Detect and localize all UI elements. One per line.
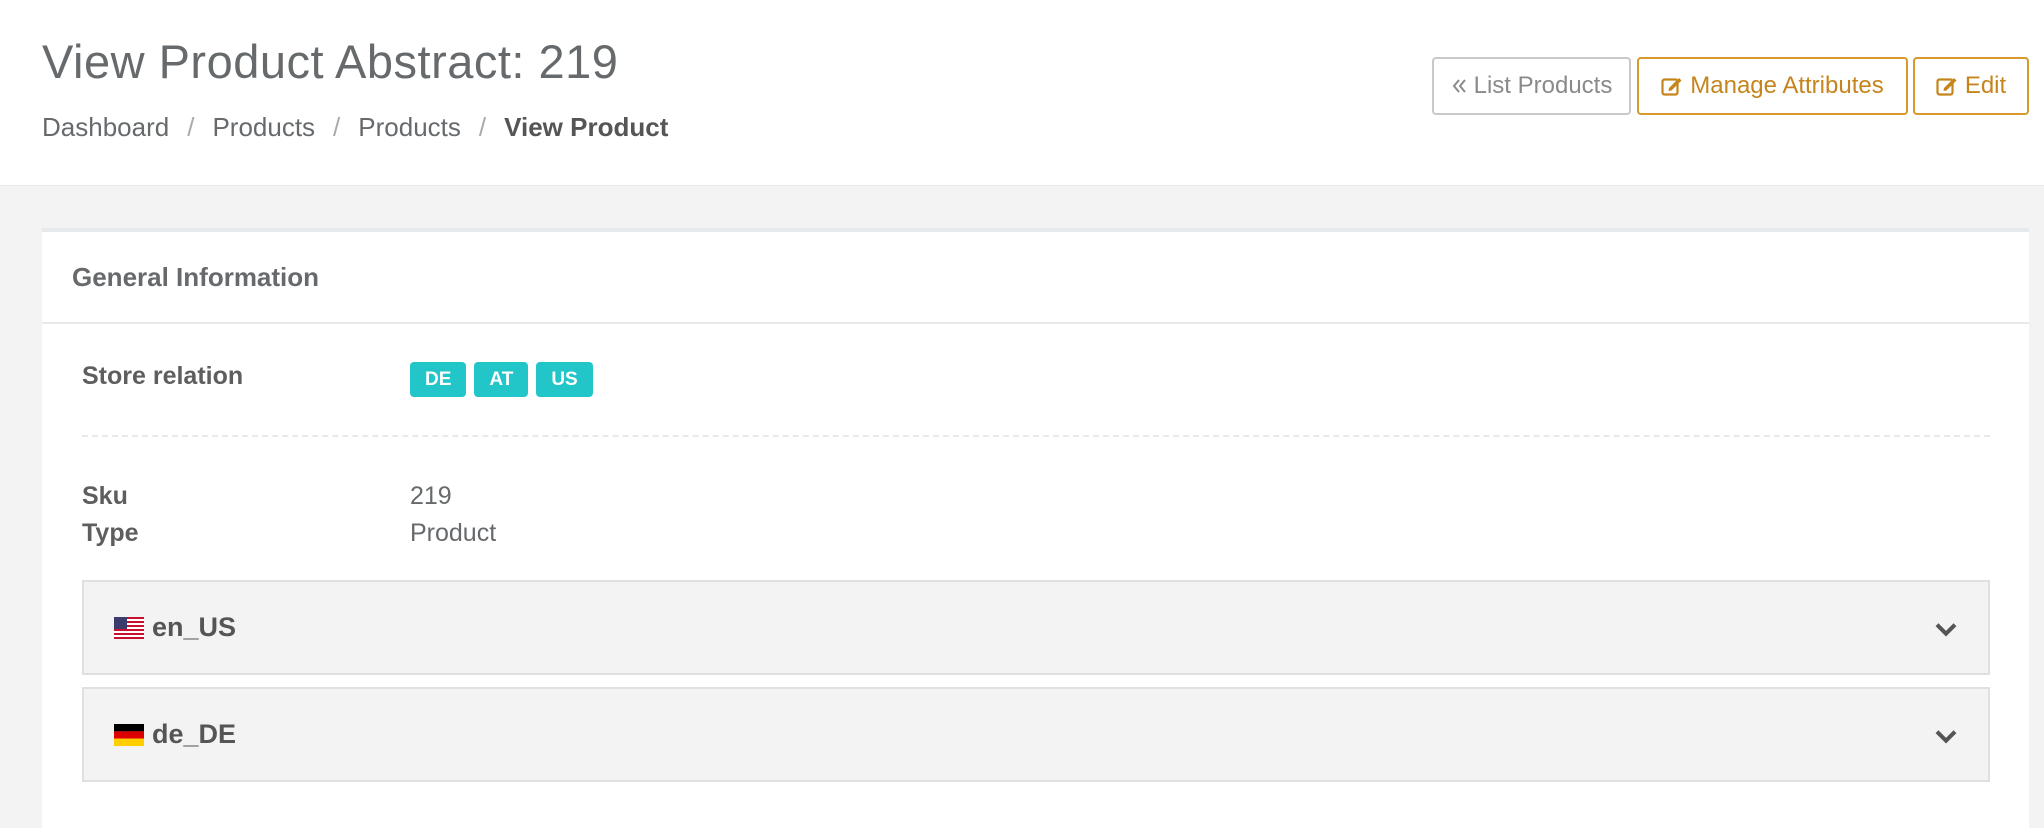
list-products-label: List Products [1473, 72, 1613, 99]
sku-label: Sku [82, 482, 128, 510]
breadcrumb-current: View Product [504, 112, 669, 142]
breadcrumb-dashboard[interactable]: Dashboard [42, 112, 169, 143]
breadcrumb-separator: / [478, 112, 487, 142]
double-chevron-left-icon [1451, 78, 1467, 94]
type-value: Product [410, 519, 497, 547]
edit-icon [1661, 76, 1683, 96]
locale-label-de-de: de_DE [152, 719, 237, 749]
panel-title: General Information [42, 232, 2029, 324]
divider [82, 435, 1990, 437]
locale-panel-de-de[interactable]: de_DE [82, 687, 1990, 782]
locale-label-en-us: en_US [152, 612, 237, 642]
page-title: View Product Abstract: 219 [42, 35, 619, 88]
edit-icon [1936, 76, 1958, 96]
breadcrumb: Dashboard / Products / Products / View P… [42, 112, 668, 143]
locale-panel-en-us[interactable]: en_US [82, 580, 1990, 675]
edit-button[interactable]: Edit [1913, 57, 2029, 115]
chevron-down-icon[interactable] [1934, 728, 1958, 749]
store-relation-label: Store relation [82, 362, 244, 390]
page-header: View Product Abstract: 219 Dashboard / P… [0, 0, 2044, 186]
store-badges: DE AT US [410, 362, 593, 397]
general-information-panel: General Information Store relation DE AT… [42, 228, 2029, 828]
type-label: Type [82, 519, 139, 547]
store-badge-at: AT [474, 362, 529, 397]
breadcrumb-separator: / [187, 112, 195, 142]
edit-label: Edit [1964, 72, 2007, 99]
store-badge-us: US [536, 362, 593, 397]
store-badge-de: DE [410, 362, 467, 397]
list-products-button[interactable]: List Products [1432, 57, 1631, 115]
de-flag-icon [114, 723, 144, 746]
breadcrumb-products[interactable]: Products [212, 112, 315, 143]
breadcrumb-separator: / [333, 112, 341, 142]
sku-value: 219 [410, 482, 452, 510]
manage-attributes-label: Manage Attributes [1690, 72, 1884, 99]
chevron-down-icon[interactable] [1934, 621, 1958, 642]
breadcrumb-products-list[interactable]: Products [358, 112, 461, 143]
us-flag-icon [114, 616, 144, 639]
manage-attributes-button[interactable]: Manage Attributes [1637, 57, 1908, 115]
